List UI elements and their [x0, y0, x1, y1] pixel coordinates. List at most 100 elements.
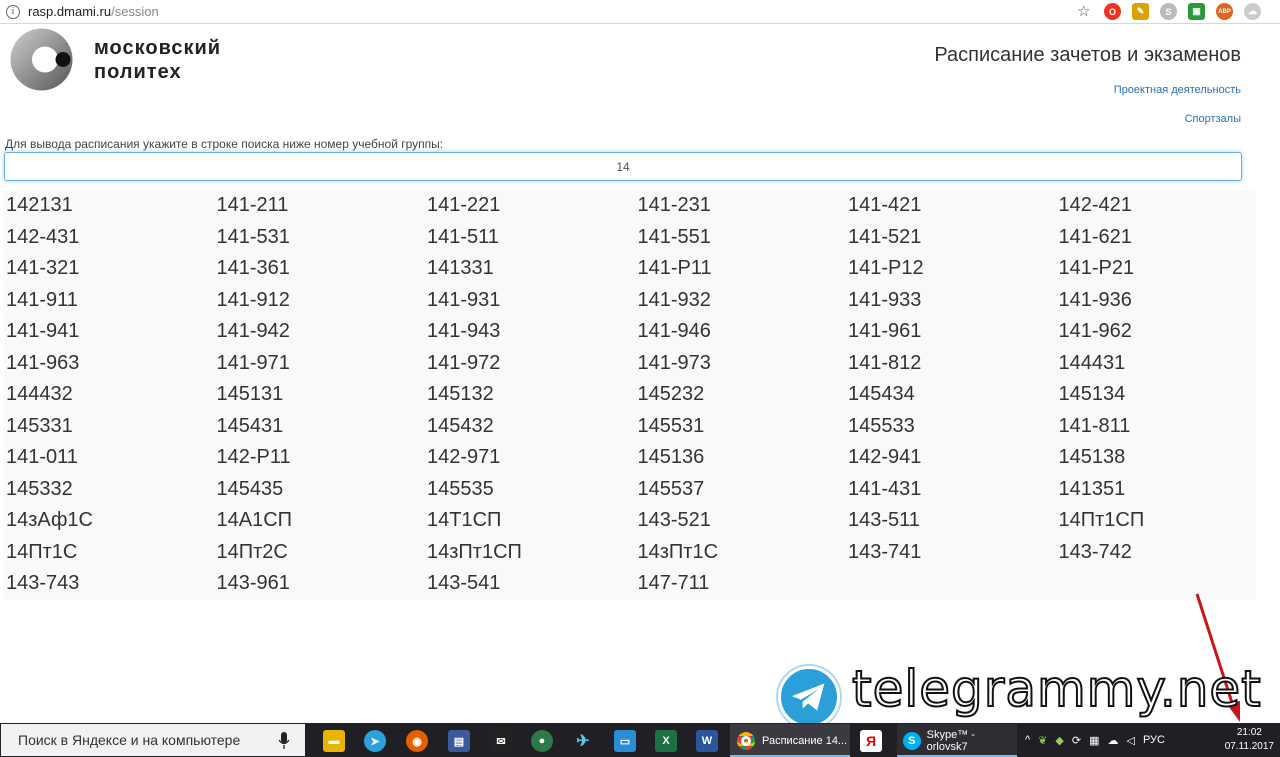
- group-result-item[interactable]: 145432: [425, 411, 636, 443]
- group-result-item[interactable]: 143-521: [636, 505, 847, 537]
- group-result-item[interactable]: 141-551: [636, 222, 847, 254]
- group-search-input[interactable]: [4, 152, 1242, 181]
- tray-network-icon[interactable]: ▦: [1089, 734, 1099, 747]
- group-result-item[interactable]: 14зАф1С: [4, 505, 215, 537]
- tray-sync-icon[interactable]: ⟳: [1072, 734, 1081, 747]
- group-result-item[interactable]: 141-211: [215, 190, 426, 222]
- microphone-icon[interactable]: [279, 732, 289, 749]
- bookmark-star-icon[interactable]: ☆: [1077, 2, 1090, 20]
- url-text[interactable]: rasp.dmami.ru/session: [28, 4, 159, 19]
- group-result-item[interactable]: 142-431: [4, 222, 215, 254]
- group-result-item[interactable]: 141-912: [215, 285, 426, 317]
- group-result-item[interactable]: 141-Р12: [846, 253, 1057, 285]
- group-result-item[interactable]: 141-972: [425, 348, 636, 380]
- group-result-item[interactable]: 145232: [636, 379, 847, 411]
- group-result-item[interactable]: 142-Р11: [215, 442, 426, 474]
- group-result-item[interactable]: 145331: [4, 411, 215, 443]
- group-result-item[interactable]: 141-963: [4, 348, 215, 380]
- group-result-item[interactable]: 144432: [4, 379, 215, 411]
- green-extension-icon[interactable]: ▣: [1188, 3, 1205, 20]
- adblock-icon[interactable]: ABP: [1216, 3, 1233, 20]
- group-result-item[interactable]: 145136: [636, 442, 847, 474]
- group-result-item[interactable]: 141351: [1057, 474, 1268, 506]
- group-result-item[interactable]: 141-946: [636, 316, 847, 348]
- project-activity-link[interactable]: Проектная деятельность: [1114, 84, 1241, 96]
- opera-extension-icon[interactable]: O: [1104, 3, 1121, 20]
- group-result-item[interactable]: 141-011: [4, 442, 215, 474]
- group-result-item[interactable]: 141-Р21: [1057, 253, 1268, 285]
- group-result-item[interactable]: 145435: [215, 474, 426, 506]
- group-result-item[interactable]: 141-932: [636, 285, 847, 317]
- browser-address-bar[interactable]: i rasp.dmami.ru/session ☆ O ✎ S ▣ ABP ☁: [0, 0, 1280, 24]
- group-result-item[interactable]: 141-811: [1057, 411, 1268, 443]
- group-result-item[interactable]: 14А1СП: [215, 505, 426, 537]
- firefox-icon[interactable]: ◉: [406, 730, 428, 752]
- yandex-icon[interactable]: Я: [860, 730, 882, 752]
- group-result-item[interactable]: 141-942: [215, 316, 426, 348]
- cloud-extension-icon[interactable]: ☁: [1244, 3, 1261, 20]
- app-green-icon[interactable]: ●: [531, 730, 553, 752]
- group-result-item[interactable]: 145434: [846, 379, 1057, 411]
- file-explorer-icon[interactable]: ▬: [323, 730, 345, 752]
- group-result-item[interactable]: 145138: [1057, 442, 1268, 474]
- group-result-item[interactable]: 141-521: [846, 222, 1057, 254]
- group-result-item[interactable]: 145134: [1057, 379, 1268, 411]
- group-result-item[interactable]: 141-911: [4, 285, 215, 317]
- group-result-item[interactable]: 147-711: [636, 568, 847, 600]
- monitor-app-icon[interactable]: ▭: [614, 730, 636, 752]
- app-icon[interactable]: ▤: [448, 730, 470, 752]
- group-result-item[interactable]: 143-742: [1057, 537, 1268, 569]
- group-result-item[interactable]: 143-743: [4, 568, 215, 600]
- group-result-item[interactable]: 141-431: [846, 474, 1057, 506]
- group-result-item[interactable]: 141-971: [215, 348, 426, 380]
- group-result-item[interactable]: 145535: [425, 474, 636, 506]
- group-result-item[interactable]: 141-933: [846, 285, 1057, 317]
- group-result-item[interactable]: 142-421: [1057, 190, 1268, 222]
- group-result-item[interactable]: 142-941: [846, 442, 1057, 474]
- taskbar-clock[interactable]: 21:02 07.11.2017: [1225, 726, 1274, 754]
- bird-app-icon[interactable]: ✈: [572, 730, 594, 752]
- group-result-item[interactable]: 141331: [425, 253, 636, 285]
- group-result-item[interactable]: 144431: [1057, 348, 1268, 380]
- group-result-item[interactable]: 143-741: [846, 537, 1057, 569]
- mail-icon[interactable]: ✉: [490, 730, 512, 752]
- group-result-item[interactable]: 14Пт1С: [4, 537, 215, 569]
- group-result-item[interactable]: 142131: [4, 190, 215, 222]
- tray-app-icon[interactable]: ◆: [1055, 734, 1063, 747]
- group-result-item[interactable]: 141-936: [1057, 285, 1268, 317]
- group-result-item[interactable]: 141-361: [215, 253, 426, 285]
- group-result-item[interactable]: 143-541: [425, 568, 636, 600]
- group-result-item[interactable]: 14зПт1С: [636, 537, 847, 569]
- group-result-item[interactable]: 141-321: [4, 253, 215, 285]
- group-result-item[interactable]: 141-941: [4, 316, 215, 348]
- group-result-item[interactable]: 14Т1СП: [425, 505, 636, 537]
- group-result-item[interactable]: 145537: [636, 474, 847, 506]
- excel-icon[interactable]: X: [655, 730, 677, 752]
- group-result-item[interactable]: 145531: [636, 411, 847, 443]
- skype-taskbar-task[interactable]: S Skype™ - orlovsk7: [897, 724, 1017, 757]
- group-result-item[interactable]: 14зПт1СП: [425, 537, 636, 569]
- group-result-item[interactable]: 141-943: [425, 316, 636, 348]
- group-result-item[interactable]: 141-531: [215, 222, 426, 254]
- gyms-link[interactable]: Спортзалы: [1185, 113, 1241, 125]
- group-result-item[interactable]: 141-931: [425, 285, 636, 317]
- tray-leaf-icon[interactable]: ❦: [1038, 734, 1047, 747]
- group-result-item[interactable]: 14Пт2С: [215, 537, 426, 569]
- volume-icon[interactable]: ◁: [1126, 734, 1134, 747]
- group-result-item[interactable]: 141-Р11: [636, 253, 847, 285]
- group-result-item[interactable]: 145431: [215, 411, 426, 443]
- group-result-item[interactable]: 145132: [425, 379, 636, 411]
- group-result-item[interactable]: 143-961: [215, 568, 426, 600]
- tray-cloud-icon[interactable]: ☁: [1107, 734, 1118, 747]
- group-result-item[interactable]: 143-511: [846, 505, 1057, 537]
- group-result-item[interactable]: 141-962: [1057, 316, 1268, 348]
- group-result-item[interactable]: 141-973: [636, 348, 847, 380]
- extension-icon[interactable]: ✎: [1132, 3, 1149, 20]
- group-result-item[interactable]: 14Пт1СП: [1057, 505, 1268, 537]
- group-result-item[interactable]: 141-231: [636, 190, 847, 222]
- group-result-item[interactable]: 141-511: [425, 222, 636, 254]
- chrome-taskbar-task[interactable]: Расписание 14...: [730, 724, 850, 757]
- group-result-item[interactable]: 141-621: [1057, 222, 1268, 254]
- group-result-item[interactable]: 141-812: [846, 348, 1057, 380]
- group-result-item[interactable]: 141-421: [846, 190, 1057, 222]
